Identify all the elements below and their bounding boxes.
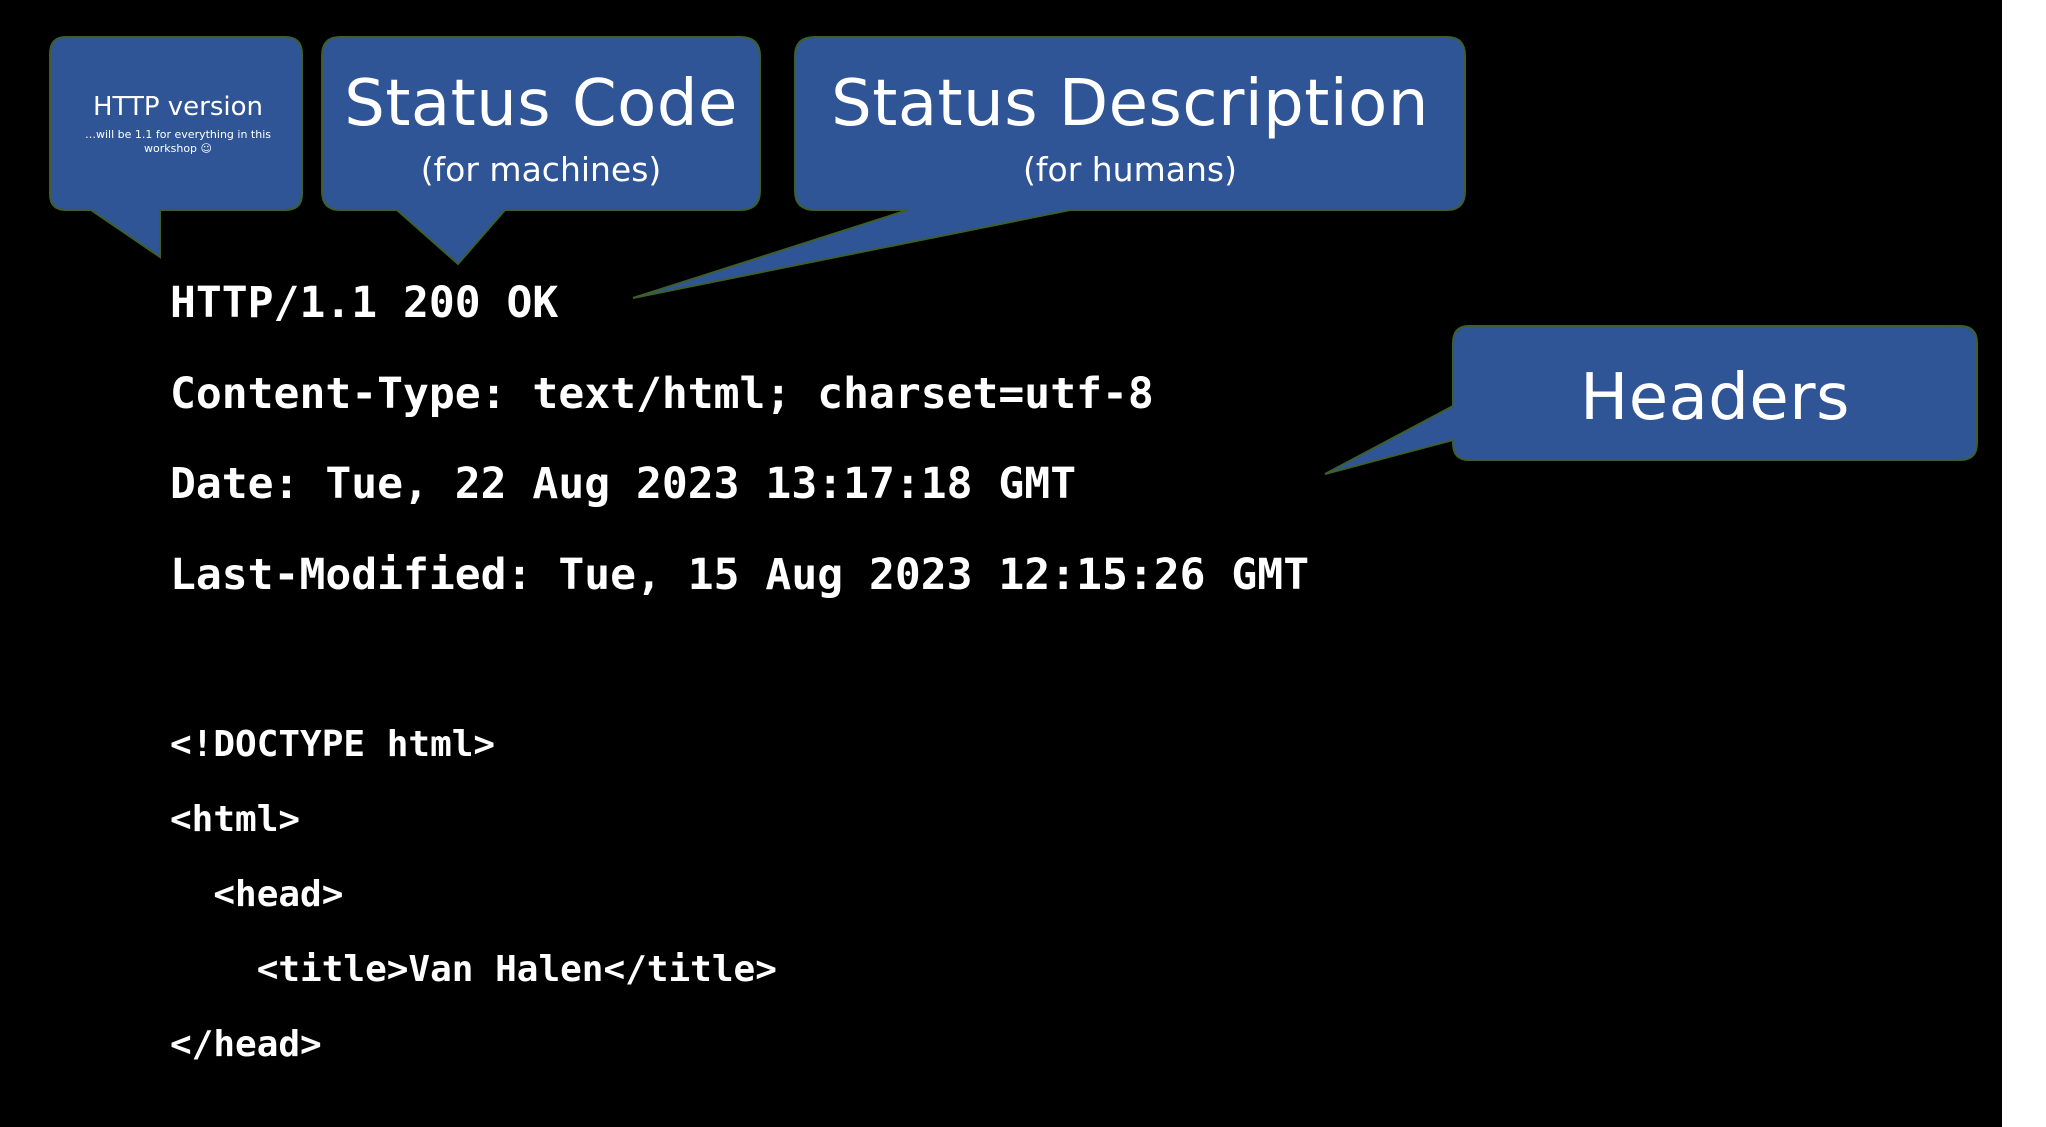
http-version-note: …will be 1.1 for everything in this work…: [85, 128, 271, 155]
body-line-doctype: <!DOCTYPE html>: [170, 724, 496, 765]
header-content-type: Content-Type: text/html; charset=utf-8: [170, 369, 1154, 419]
header-date: Date: Tue, 22 Aug 2023 13:17:18 GMT: [170, 459, 1077, 509]
slide: HTTP version …will be 1.1 for everything…: [0, 0, 2002, 1127]
headers-title: Headers: [1580, 361, 1850, 435]
status-code-subtitle: (for machines): [420, 150, 662, 189]
body-line-html-open: <html>: [170, 799, 301, 840]
body-line-head-open: <head>: [170, 874, 344, 915]
status-description-subtitle: (for humans): [1023, 150, 1237, 189]
status-description-title: Status Description: [831, 67, 1429, 141]
status-line: HTTP/1.1 200 OK: [170, 278, 559, 328]
header-last-modified: Last-Modified: Tue, 15 Aug 2023 12:15:26…: [170, 550, 1310, 600]
body-line-head-close: </head>: [170, 1024, 322, 1065]
http-version-title: HTTP version: [92, 92, 264, 122]
body-line-title: <title>Van Halen</title>: [170, 949, 777, 990]
status-code-title: Status Code: [344, 67, 738, 141]
